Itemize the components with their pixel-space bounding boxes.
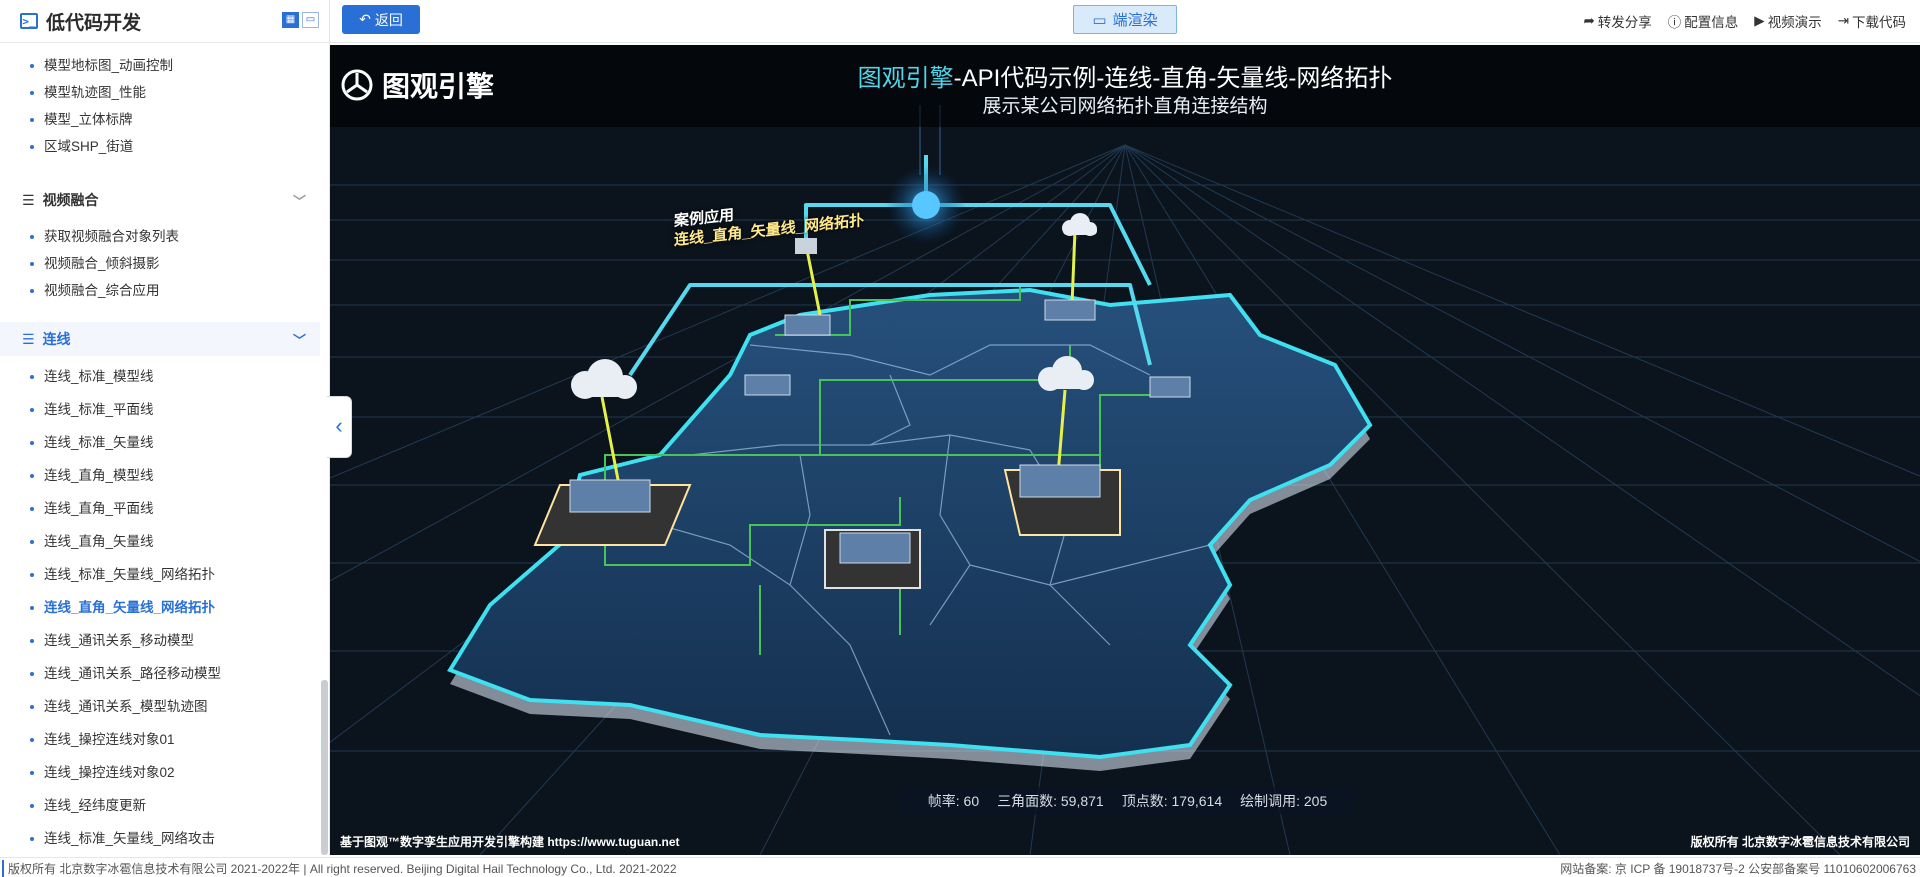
play-icon: ▶	[1754, 13, 1765, 28]
sidebar: >_ 低代码开发 ▦ ▭ 模型地标图_动画控制 模型轨迹图_性能 模型_立体标牌…	[0, 0, 330, 855]
download-code-button[interactable]: ⇥ 下载代码	[1838, 11, 1906, 31]
router-icon[interactable]	[795, 238, 817, 254]
download-icon: ⇥	[1837, 13, 1849, 28]
sidebar-item[interactable]: 连线_操控连线对象01	[30, 730, 175, 750]
sidebar-item[interactable]: 连线_标准_矢量线_网络拓扑	[30, 565, 215, 585]
engine-credit: 基于图观™数字孪生应用开发引擎构建 https://www.tuguan.net	[340, 835, 680, 849]
sidebar-header: >_ 低代码开发 ▦ ▭	[0, 0, 329, 43]
server-node[interactable]	[533, 479, 692, 546]
server-node[interactable]	[1149, 376, 1191, 398]
info-icon: ⓘ	[1667, 15, 1682, 30]
render-toggle-button[interactable]: ▭ 端渲染	[1073, 5, 1177, 34]
sidebar-item[interactable]: 模型_立体标牌	[30, 110, 133, 130]
sidebar-item[interactable]: 连线_标准_矢量线	[30, 433, 154, 453]
grid-view-icon[interactable]: ▦	[282, 12, 299, 28]
viewport-header: 图观引擎 图观引擎-API代码示例-连线-直角-矢量线-网络拓扑 展示某公司网络…	[330, 45, 1920, 127]
video-demo-button[interactable]: ▶ 视频演示	[1754, 11, 1821, 31]
page-subtitle: 展示某公司网络拓扑直角连接结构	[982, 96, 1268, 117]
top-actions: ➦ 转发分享 ⓘ 配置信息 ▶ 视频演示 ⇥ 下载代码	[1583, 11, 1906, 31]
sidebar-item[interactable]: 视频融合_综合应用	[30, 281, 160, 301]
sidebar-item-active[interactable]: 连线_直角_矢量线_网络拓扑	[30, 598, 215, 618]
sidebar-item[interactable]: 连线_通讯关系_路径移动模型	[30, 664, 221, 684]
view-toggle: ▦ ▭	[282, 12, 319, 28]
sidebar-item[interactable]: 连线_经纬度更新	[30, 796, 146, 816]
sidebar-item[interactable]: 区域SHP_街道	[30, 137, 133, 157]
share-button[interactable]: ➦ 转发分享	[1583, 11, 1651, 31]
page-title: 图观引擎-API代码示例-连线-直角-矢量线-网络拓扑	[857, 65, 1393, 92]
terminal-icon: >_	[20, 13, 38, 29]
config-info-button[interactable]: ⓘ 配置信息	[1668, 11, 1739, 31]
chevron-down-icon: ﹀	[292, 194, 306, 209]
viewport-copyright: 版权所有 北京数字冰雹信息技术有限公司	[1690, 835, 1910, 849]
sidebar-title: 低代码开发	[46, 12, 142, 34]
top-bar: ↶ 返回 ▭ 端渲染 ➦ 转发分享 ⓘ 配置信息 ▶ 视频演示 ⇥ 下载代码	[330, 0, 1920, 43]
footer-copyright: 版权所有 北京数字冰雹信息技术有限公司 2021-2022年 | All rig…	[2, 860, 677, 877]
sidebar-item[interactable]: 连线_直角_矢量线	[30, 532, 154, 552]
share-icon: ➦	[1583, 13, 1595, 28]
sidebar-item[interactable]: 连线_标准_矢量线_网络攻击	[30, 829, 215, 849]
back-arrow-icon: ↶	[359, 11, 371, 27]
sidebar-item[interactable]: 连线_标准_平面线	[30, 400, 154, 420]
sidebar-item[interactable]: 连线_通讯关系_移动模型	[30, 631, 194, 651]
render-stats: 帧率: 60 三角面数: 59,871 顶点数: 179,614 绘制调用: 2…	[900, 787, 1355, 815]
network-topology-scene[interactable]	[330, 45, 1920, 855]
sidebar-item[interactable]: 连线_操控连线对象02	[30, 763, 175, 783]
sidebar-group-video[interactable]: ☰ 视频融合 ﹀	[0, 183, 320, 217]
server-node[interactable]	[1003, 464, 1121, 536]
sidebar-item[interactable]: 视频融合_倾斜摄影	[30, 254, 160, 274]
server-node[interactable]	[1044, 299, 1096, 321]
server-node[interactable]	[744, 374, 791, 396]
sidebar-scrollbar[interactable]	[321, 680, 328, 855]
list-icon: ☰	[22, 191, 35, 208]
list-icon: ☰	[22, 330, 35, 347]
vertex-stat: 顶点数: 179,614	[1121, 793, 1223, 809]
draw-call-stat: 绘制调用: 205	[1240, 793, 1328, 809]
back-button[interactable]: ↶ 返回	[342, 5, 420, 34]
sidebar-item[interactable]: 连线_通讯关系_模型轨迹图	[30, 697, 208, 717]
server-node[interactable]	[824, 529, 921, 589]
fps-stat: 帧率: 60	[927, 793, 980, 809]
server-node[interactable]	[784, 314, 831, 336]
collapse-sidebar-button[interactable]: ‹	[327, 396, 352, 458]
3d-viewport[interactable]: 图观引擎 图观引擎-API代码示例-连线-直角-矢量线-网络拓扑 展示某公司网络…	[330, 45, 1920, 855]
sidebar-item[interactable]: 获取视频融合对象列表	[30, 227, 179, 247]
footer-icp: 网站备案: 京 ICP 备 19018737号-2 公安部备案号 1101060…	[1560, 862, 1916, 876]
sidebar-item[interactable]: 模型地标图_动画控制	[30, 56, 173, 76]
image-view-icon[interactable]: ▭	[302, 12, 319, 28]
sidebar-item[interactable]: 模型轨迹图_性能	[30, 83, 146, 103]
monitor-icon: ▭	[1092, 11, 1107, 29]
chevron-down-icon: ﹀	[292, 333, 306, 348]
sidebar-item[interactable]: 连线_标准_模型线	[30, 367, 154, 387]
sidebar-group-lines[interactable]: ☰ 连线 ﹀	[0, 322, 320, 356]
triangle-stat: 三角面数: 59,871	[997, 793, 1104, 809]
chevron-left-icon: ‹	[335, 413, 343, 438]
sidebar-item[interactable]: 连线_直角_平面线	[30, 499, 154, 519]
sidebar-item[interactable]: 连线_直角_模型线	[30, 466, 154, 486]
page-footer: 版权所有 北京数字冰雹信息技术有限公司 2021-2022年 | All rig…	[0, 857, 1920, 877]
